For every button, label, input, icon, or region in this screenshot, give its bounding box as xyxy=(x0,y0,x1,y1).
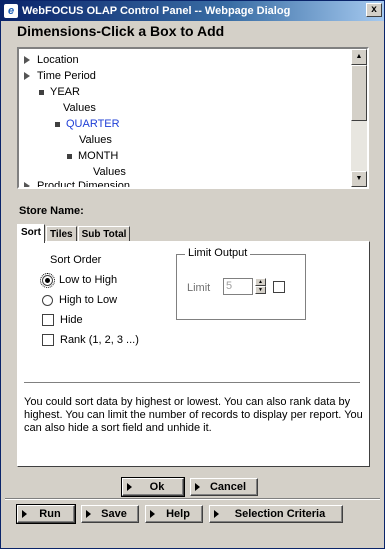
run-button[interactable]: Run xyxy=(16,504,76,524)
tree-item-label: Values xyxy=(63,102,96,114)
tree-bullet-icon xyxy=(67,153,72,159)
tree-item-product-dimension[interactable]: Product Dimension xyxy=(23,180,130,189)
rank-checkbox-row[interactable]: Rank (1, 2, 3 ...) xyxy=(42,334,139,346)
limit-output-group: Limit Output Limit 5 ▲ ▼ xyxy=(176,247,306,320)
dimension-tree: Location Time Period YEAR Values QUARTER… xyxy=(17,47,369,189)
button-label: Save xyxy=(101,508,127,520)
spin-up-icon[interactable]: ▲ xyxy=(255,278,266,286)
hide-checkbox[interactable] xyxy=(42,314,54,326)
button-label: Help xyxy=(166,508,190,520)
tree-item-month-values[interactable]: Values xyxy=(93,166,126,178)
tab-bar: Sort Tiles Sub Total xyxy=(17,224,131,243)
limit-checkbox[interactable] xyxy=(273,281,285,293)
tree-item-quarter[interactable]: QUARTER xyxy=(55,118,120,130)
limit-label: Limit xyxy=(187,282,211,294)
radio-button[interactable] xyxy=(42,294,53,306)
tree-item-month[interactable]: MONTH xyxy=(67,150,118,162)
title-bar: e WebFOCUS OLAP Control Panel -- Webpage… xyxy=(1,1,384,21)
sort-order-label: Sort Order xyxy=(50,254,102,266)
arrow-down-icon[interactable]: ▼ xyxy=(351,171,367,187)
radio-high-to-low[interactable]: High to Low xyxy=(42,294,117,306)
tree-item-year[interactable]: YEAR xyxy=(39,86,80,98)
help-button[interactable]: Help xyxy=(145,505,203,523)
button-label: Ok xyxy=(149,481,165,493)
selection-criteria-button[interactable]: Selection Criteria xyxy=(209,505,343,523)
limit-output-legend: Limit Output xyxy=(185,247,251,259)
tree-scrollbar[interactable]: ▲ ▼ xyxy=(351,49,367,187)
sort-panel: Sort Order Low to High High to Low Hide … xyxy=(17,241,370,467)
sort-help-text: You could sort data by highest or lowest… xyxy=(24,396,363,434)
tree-item-label: MONTH xyxy=(78,150,119,162)
tree-item-label: Values xyxy=(93,166,126,178)
tree-item-label: Product Dimension xyxy=(37,180,130,189)
limit-spinner[interactable]: ▲ ▼ xyxy=(255,278,266,295)
tab-sort[interactable]: Sort xyxy=(17,224,45,243)
tab-subtotal[interactable]: Sub Total xyxy=(77,226,131,242)
tree-item-label: QUARTER xyxy=(66,118,120,130)
dialog-window: e WebFOCUS OLAP Control Panel -- Webpage… xyxy=(0,0,385,549)
button-label: Cancel xyxy=(209,481,247,493)
arrow-up-icon[interactable]: ▲ xyxy=(351,49,367,65)
spin-down-icon[interactable]: ▼ xyxy=(255,286,266,294)
checkbox-label: Hide xyxy=(60,314,83,326)
radio-label: High to Low xyxy=(59,294,118,306)
footer-separator xyxy=(5,498,380,500)
checkbox-label: Rank (1, 2, 3 ...) xyxy=(60,334,139,346)
rank-checkbox[interactable] xyxy=(42,334,54,346)
tree-item-time-period[interactable]: Time Period xyxy=(23,70,96,82)
tree-item-label: YEAR xyxy=(50,86,80,98)
ie-logo-icon: e xyxy=(4,4,18,18)
limit-input[interactable]: 5 xyxy=(223,278,253,295)
tree-item-label: Values xyxy=(79,134,112,146)
store-name-label: Store Name: xyxy=(19,205,84,217)
expand-triangle-icon[interactable] xyxy=(23,182,31,187)
radio-label: Low to High xyxy=(59,274,118,286)
tree-bullet-icon xyxy=(39,89,44,95)
hide-checkbox-row[interactable]: Hide xyxy=(42,314,83,326)
tree-bullet-icon xyxy=(55,121,60,127)
panel-divider xyxy=(24,382,360,384)
tab-tiles[interactable]: Tiles xyxy=(46,226,77,242)
save-button[interactable]: Save xyxy=(81,505,139,523)
tree-item-year-values[interactable]: Values xyxy=(63,102,96,114)
expand-triangle-icon[interactable] xyxy=(23,56,31,64)
cancel-button[interactable]: Cancel xyxy=(190,478,258,496)
radio-button-checked[interactable] xyxy=(40,272,55,288)
tree-item-quarter-values[interactable]: Values xyxy=(79,134,112,146)
expand-triangle-icon[interactable] xyxy=(23,72,31,80)
dimensions-heading: Dimensions-Click a Box to Add xyxy=(17,23,225,39)
tree-item-label: Location xyxy=(37,54,79,66)
button-label: Run xyxy=(39,508,61,520)
scrollbar-thumb[interactable] xyxy=(351,65,367,121)
close-icon[interactable]: x xyxy=(366,3,382,17)
window-title: WebFOCUS OLAP Control Panel -- Webpage D… xyxy=(22,5,291,17)
button-label: Selection Criteria xyxy=(234,508,326,520)
ok-button[interactable]: Ok xyxy=(121,477,185,497)
tree-item-label: Time Period xyxy=(37,70,96,82)
radio-low-to-high[interactable]: Low to High xyxy=(40,272,118,288)
tree-item-location[interactable]: Location xyxy=(23,54,79,66)
